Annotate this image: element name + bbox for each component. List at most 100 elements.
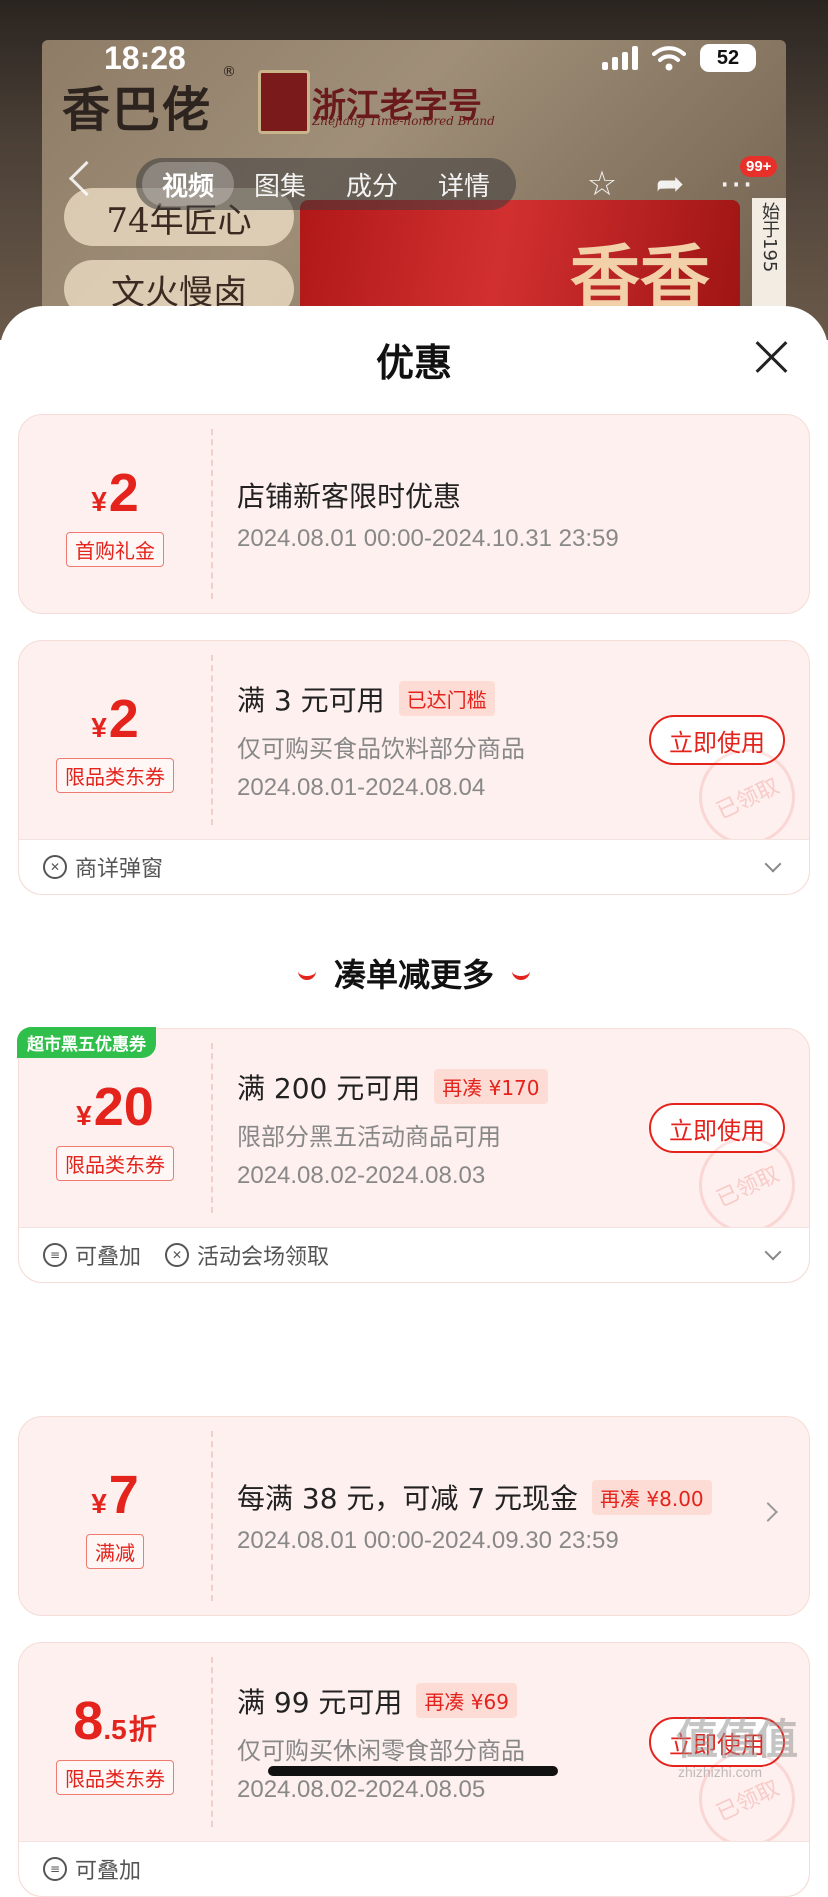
coupon-title: 每满 38 元，可减 7 元现金 再凑 ¥8.00 [237, 1477, 757, 1517]
coupon-value-area: ¥ 7 满减 [19, 1417, 211, 1615]
amount-value: 2 [108, 688, 139, 749]
coupon-amount: ¥ 20 [76, 1076, 154, 1138]
coupon-title-text: 满 3 元可用 [237, 683, 385, 717]
coupon-info: 满 3 元可用 已达门槛 仅可购买食品饮料部分商品 2024.08.01-202… [237, 641, 657, 839]
coupon-card-food: ¥ 2 限品类东券 满 3 元可用 已达门槛 仅可购买食品饮料部分商品 2024… [18, 640, 811, 895]
footer-item: ≡ 可叠加 [43, 1853, 141, 1885]
coupon-scope: 仅可购买休闲零食部分商品 [237, 1736, 525, 1765]
coupon-amount: ¥ 2 [91, 462, 139, 524]
coupon-title-text: 每满 38 元，可减 7 元现金 [237, 1482, 579, 1515]
coupon-title: 店铺新客限时优惠 [237, 475, 657, 515]
coupon-scope: 仅可购买食品饮料部分商品 [237, 734, 525, 763]
coupon-title-text: 满 200 元可用 [237, 1071, 421, 1105]
tab-details[interactable]: 详情 [418, 162, 510, 206]
coupon-value-area: ¥ 2 首购礼金 [19, 415, 211, 613]
coupon-main: ¥ 7 满减 每满 38 元，可减 7 元现金 再凑 ¥8.00 2024.08… [19, 1417, 809, 1615]
coupon-main: ¥ 2 首购礼金 店铺新客限时优惠 2024.08.01 00:00-2024.… [19, 415, 809, 613]
footer-label: 商详弹窗 [75, 857, 164, 882]
footer-label: 活动会场领取 [197, 1245, 330, 1270]
coupon-info: 满 99 元可用 再凑 ¥69 仅可购买休闲零食部分商品 2024.08.02-… [237, 1643, 657, 1841]
coupon-title: 满 3 元可用 已达门槛 [237, 679, 657, 719]
smile-decoration-icon [512, 966, 530, 980]
coupon-title-text: 店铺新客限时优惠 [237, 480, 462, 513]
ticket-icon: ✕ [43, 855, 67, 879]
coupon-validity: 2024.08.01 00:00-2024.10.31 23:59 [237, 525, 619, 552]
smile-decoration-icon [297, 966, 316, 980]
coupon-footer[interactable]: ≡ 可叠加 ✕ 活动会场领取 [19, 1227, 809, 1282]
coupon-type-tag: 满减 [86, 1533, 144, 1569]
side-text: 始于195 [759, 202, 780, 273]
footer-item: ≡ 可叠加 [43, 1239, 141, 1271]
coupon-divider [211, 429, 213, 599]
coupon-card-full-reduction[interactable]: ¥ 7 满减 每满 38 元，可减 7 元现金 再凑 ¥8.00 2024.08… [18, 1416, 810, 1616]
coupon-value-area: ¥ 20 限品类东券 [19, 1029, 211, 1227]
brand-logo-text: 香巴佬 [62, 82, 213, 138]
discount-sheet: 优惠 ¥ 2 首购礼金 店铺新客限时优惠 2024.08.01 00:00-20… [0, 306, 828, 1897]
amount-unit: 折 [128, 1712, 157, 1746]
time-honored-brand-logo [258, 70, 310, 134]
coupon-divider [211, 1657, 213, 1827]
coupon-title-text: 满 99 元可用 [237, 1685, 403, 1719]
stack-icon: ≡ [43, 1857, 67, 1881]
coupon-divider [211, 1431, 213, 1601]
stack-icon: ≡ [43, 1243, 67, 1267]
tab-ingredients[interactable]: 成分 [326, 162, 418, 206]
coupon-scope: 限部分黑五活动商品可用 [237, 1122, 501, 1151]
footer-item: ✕ 商详弹窗 [43, 851, 163, 883]
coupon-divider [211, 655, 213, 825]
currency-symbol: ¥ [91, 1487, 107, 1519]
close-icon[interactable] [754, 340, 788, 374]
coupon-value-area: ¥ 2 限品类东券 [19, 641, 211, 839]
share-icon[interactable]: ➦ [650, 164, 690, 204]
home-indicator[interactable] [268, 1766, 558, 1776]
coupon-validity: 2024.08.02-2024.08.03 [237, 1161, 486, 1189]
coupon-main: ¥ 2 限品类东券 满 3 元可用 已达门槛 仅可购买食品饮料部分商品 2024… [19, 641, 811, 861]
tab-gallery[interactable]: 图集 [234, 162, 326, 206]
amount-decimal: .5 [103, 1713, 127, 1745]
coupon-info: 店铺新客限时优惠 2024.08.01 00:00-2024.10.31 23:… [237, 415, 657, 613]
amount-value: 20 [93, 1076, 154, 1137]
footer-label: 可叠加 [75, 1245, 142, 1270]
wifi-icon [652, 46, 686, 71]
remaining-pill: 再凑 ¥170 [434, 1069, 548, 1104]
coupon-main: ¥ 20 限品类东券 满 200 元可用 再凑 ¥170 限部分黑五活动商品可用… [19, 1029, 811, 1249]
coupon-type-tag: 首购礼金 [66, 531, 164, 567]
coupon-type-tag: 限品类东券 [56, 1759, 174, 1795]
coupon-validity: 2024.08.01-2024.08.04 [237, 773, 486, 801]
watermark-logo: 值值值 [676, 1715, 798, 1764]
ticket-icon: ✕ [165, 1243, 190, 1267]
currency-symbol: ¥ [91, 485, 107, 517]
tab-video[interactable]: 视频 [142, 162, 235, 206]
coupon-title: 满 200 元可用 再凑 ¥170 [237, 1067, 657, 1107]
coupon-type-tag: 限品类东券 [56, 757, 174, 793]
coupon-amount: ¥ 7 [91, 1464, 139, 1526]
coupon-footer: ≡ 可叠加 [19, 1841, 809, 1896]
remaining-pill: 再凑 ¥8.00 [592, 1479, 712, 1515]
currency-symbol: ¥ [76, 1099, 92, 1131]
footer-label: 可叠加 [75, 1859, 142, 1884]
watermark-url: zhizhizhi.com [678, 1764, 763, 1780]
cellular-signal-icon [602, 46, 638, 70]
coupon-footer[interactable]: ✕ 商详弹窗 [19, 839, 809, 894]
coupon-card-black-friday: 超市黑五优惠券 ¥ 20 限品类东券 满 200 元可用 再凑 ¥170 限部分… [17, 1027, 811, 1283]
chevron-right-icon[interactable] [758, 1502, 778, 1522]
coupon-card-new-customer[interactable]: ¥ 2 首购礼金 店铺新客限时优惠 2024.08.01 00:00-2024.… [18, 414, 810, 614]
coupon-info: 每满 38 元，可减 7 元现金 再凑 ¥8.00 2024.08.01 00:… [237, 1417, 757, 1615]
coupon-type-tag: 限品类东券 [56, 1145, 174, 1181]
amount-value: 7 [108, 1464, 139, 1525]
chevron-down-icon[interactable] [764, 855, 782, 873]
battery-icon: 52 [700, 44, 756, 72]
section-header: 凑单减更多 [0, 950, 828, 996]
coupon-title: 满 99 元可用 再凑 ¥69 [237, 1681, 657, 1721]
coupon-validity: 2024.08.01 00:00-2024.09.30 23:59 [237, 1527, 619, 1554]
favorite-star-icon[interactable]: ☆ [582, 164, 622, 204]
amount-value: 8 [73, 1690, 104, 1751]
coupon-amount: ¥ 2 [91, 688, 139, 750]
threshold-pill: 已达门槛 [398, 681, 495, 716]
message-badge: 99+ [740, 156, 778, 177]
section-title: 凑单减更多 [333, 956, 494, 994]
brand-trademark: ® [222, 64, 236, 80]
chevron-down-icon[interactable] [764, 1243, 782, 1261]
footer-item: ✕ 活动会场领取 [165, 1239, 329, 1271]
zhejiang-label-en: Zhejiang Time-honored Brand [312, 114, 495, 128]
